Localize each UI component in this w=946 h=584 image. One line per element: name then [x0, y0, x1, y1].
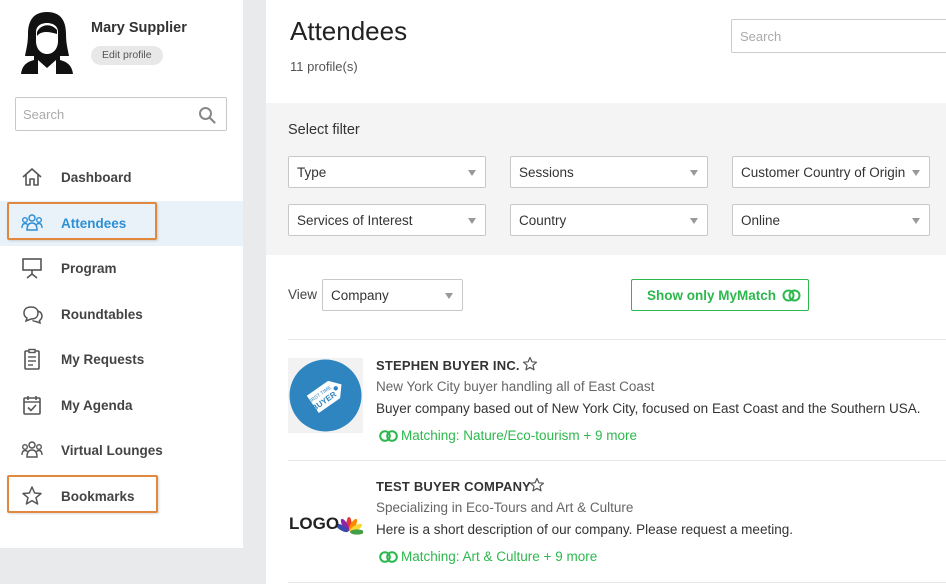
chevron-down-icon	[445, 293, 453, 299]
chat-bubbles-icon	[23, 305, 43, 324]
sidebar-item-attendees[interactable]: Attendees	[0, 200, 243, 246]
sidebar-search	[15, 97, 227, 131]
attendee-search-input[interactable]	[732, 20, 946, 52]
main-content: Attendees 11 profile(s) Select filter Ty…	[266, 0, 946, 584]
filter-type-select[interactable]: Type	[288, 156, 486, 188]
matching-link[interactable]: Matching: Art & Culture + 9 more	[379, 549, 597, 564]
select-value: Company	[331, 288, 389, 303]
profile-block: Mary Supplier Edit profile	[20, 8, 240, 78]
avatar	[21, 12, 73, 74]
show-mymatch-button[interactable]: Show only MyMatch	[631, 279, 809, 311]
bookmark-star-icon[interactable]	[529, 477, 545, 493]
sidebar-item-label: Roundtables	[61, 306, 143, 322]
logo-text: LOGO	[289, 514, 339, 533]
sidebar-item-label: Attendees	[61, 215, 127, 231]
sidebar-item-bookmarks[interactable]: Bookmarks	[0, 474, 243, 520]
sidebar-item-label: Virtual Lounges	[61, 443, 163, 458]
filter-customer-country-select[interactable]: Customer Country of Origin	[732, 156, 930, 188]
sidebar-item-virtual-lounges[interactable]: Virtual Lounges	[0, 428, 243, 474]
match-rings-icon	[379, 430, 398, 442]
bookmark-star-icon[interactable]	[522, 356, 538, 372]
sidebar-item-dashboard[interactable]: Dashboard	[0, 155, 243, 201]
attendee-card[interactable]: LOGO TEST BUYER COMPANY Specializing in …	[266, 461, 946, 581]
company-description: Buyer company based out of New York City…	[376, 401, 921, 416]
company-description: Here is a short description of our compa…	[376, 522, 793, 537]
company-tagline: New York City buyer handling all of East…	[376, 379, 655, 394]
search-icon[interactable]	[198, 106, 216, 124]
sidebar-item-label: Dashboard	[61, 170, 132, 185]
sidebar-item-roundtables[interactable]: Roundtables	[0, 292, 243, 338]
people-icon	[21, 213, 43, 231]
sidebar-item-label: Program	[61, 261, 117, 276]
company-logo[interactable]: LOGO	[288, 479, 363, 554]
divider	[288, 582, 946, 583]
profile-name: Mary Supplier	[91, 20, 187, 36]
filter-panel: Select filter Type Sessions Customer Cou…	[266, 103, 946, 255]
clipboard-icon	[24, 348, 40, 370]
chevron-down-icon	[690, 170, 698, 176]
attendee-search	[731, 19, 946, 53]
filter-online-select[interactable]: Online	[732, 204, 930, 236]
select-value: Type	[297, 165, 327, 180]
match-rings-icon	[782, 289, 801, 302]
sidebar-item-program[interactable]: Program	[0, 246, 243, 292]
company-tagline: Specializing in Eco-Tours and Art & Cult…	[376, 500, 634, 515]
select-value: Online	[741, 213, 781, 228]
view-label: View	[288, 287, 318, 302]
sidebar-item-my-requests[interactable]: My Requests	[0, 337, 243, 383]
view-select[interactable]: Company	[322, 279, 463, 311]
sidebar: Mary Supplier Edit profile Dashboard	[0, 0, 243, 548]
chevron-down-icon	[468, 170, 476, 176]
match-rings-icon	[379, 551, 398, 563]
company-name[interactable]: STEPHEN BUYER INC.	[376, 358, 520, 373]
profile-count: 11 profile(s)	[290, 59, 358, 74]
select-value: Country	[519, 213, 567, 228]
matching-link[interactable]: Matching: Nature/Eco-tourism + 9 more	[379, 428, 637, 443]
company-logo[interactable]: FIRST TIME BUYER	[288, 358, 363, 433]
page-title: Attendees	[290, 16, 408, 46]
chevron-down-icon	[690, 218, 698, 224]
home-icon	[22, 168, 42, 186]
sidebar-search-input[interactable]	[23, 98, 193, 130]
chevron-down-icon	[468, 218, 476, 224]
presentation-icon	[22, 258, 42, 279]
sidebar-item-label: My Agenda	[61, 397, 133, 413]
attendee-card[interactable]: FIRST TIME BUYER STEPHEN BUYER INC. New …	[266, 340, 946, 460]
select-value: Sessions	[519, 165, 574, 180]
select-value: Services of Interest	[297, 213, 413, 228]
mymatch-label: Show only MyMatch	[647, 288, 777, 303]
sidebar-footer	[0, 548, 243, 584]
chevron-down-icon	[912, 170, 920, 176]
sidebar-item-label: Bookmarks	[61, 488, 135, 504]
sidebar-item-my-agenda[interactable]: My Agenda	[0, 383, 243, 429]
matching-text: Matching: Nature/Eco-tourism + 9 more	[401, 428, 637, 443]
filter-services-select[interactable]: Services of Interest	[288, 204, 486, 236]
calendar-check-icon	[23, 395, 41, 415]
sidebar-item-label: My Requests	[61, 352, 145, 367]
edit-profile-button[interactable]: Edit profile	[91, 46, 163, 65]
matching-text: Matching: Art & Culture + 9 more	[401, 549, 598, 564]
filter-title: Select filter	[288, 122, 360, 138]
star-icon	[22, 485, 42, 505]
sidebar-nav: Dashboard Attendees Program Roundtables …	[0, 155, 243, 519]
filter-sessions-select[interactable]: Sessions	[510, 156, 708, 188]
filter-country-select[interactable]: Country	[510, 204, 708, 236]
chevron-down-icon	[912, 218, 920, 224]
select-value: Customer Country of Origin	[741, 165, 906, 180]
people-icon	[21, 441, 43, 458]
company-name[interactable]: TEST BUYER COMPANY	[376, 479, 531, 494]
